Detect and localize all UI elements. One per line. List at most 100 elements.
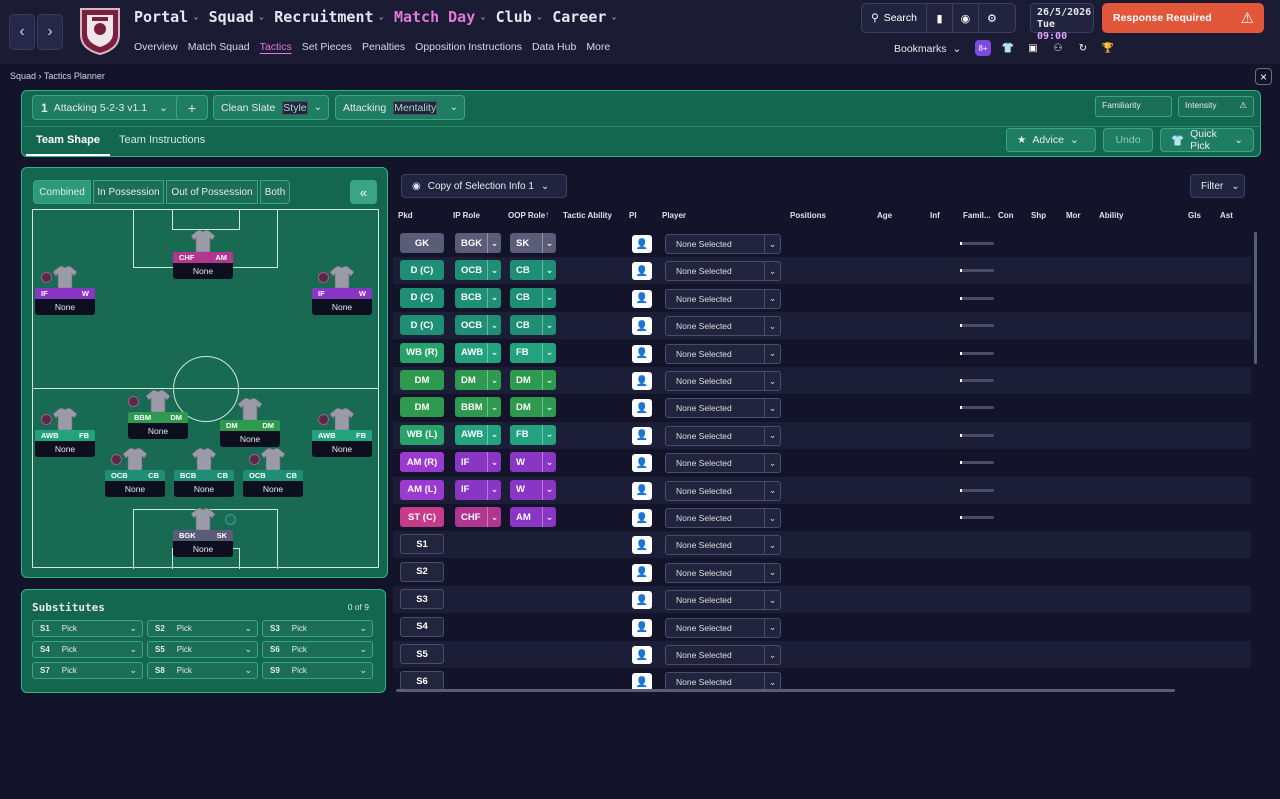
table-row[interactable]: S3 👤 None Selected ⌄: [393, 586, 1251, 614]
position-badge[interactable]: AM (R): [400, 452, 444, 473]
player-instruction-icon[interactable]: [128, 396, 139, 407]
tab-team-shape[interactable]: Team Shape: [36, 134, 100, 146]
collapse-panel-icon[interactable]: «: [350, 180, 377, 204]
subnav-penalties[interactable]: Penalties: [362, 41, 405, 53]
oop-role-dropdown[interactable]: FB ⌄: [510, 342, 556, 363]
player-instructions-icon[interactable]: 👤: [632, 289, 652, 308]
mentality-dropdown[interactable]: Attacking Mentality ⌄: [335, 95, 465, 120]
selection-info-dropdown[interactable]: ◉ Copy of Selection Info 1 ⌄: [401, 174, 567, 198]
familiarity-meter[interactable]: Familiarity: [1095, 96, 1172, 117]
forward-button[interactable]: ›: [37, 14, 63, 50]
player-select-dropdown[interactable]: None Selected ⌄: [665, 371, 781, 391]
ip-role-dropdown[interactable]: BCB ⌄: [455, 287, 501, 308]
intensity-meter[interactable]: Intensity ⚠: [1178, 96, 1254, 117]
nav-portal[interactable]: Portal ⌄: [134, 8, 199, 26]
substitute-slot[interactable]: S9 Pick ⌄: [262, 662, 373, 679]
column-header[interactable]: IP Role: [453, 211, 480, 220]
nav-squad[interactable]: Squad ⌄: [209, 8, 265, 26]
position-badge[interactable]: WB (R): [400, 342, 444, 363]
ip-role-dropdown[interactable]: AWB ⌄: [455, 424, 501, 445]
oop-role-dropdown[interactable]: CB ⌄: [510, 287, 556, 308]
player-instructions-icon[interactable]: 👤: [632, 481, 652, 500]
trophy-icon[interactable]: 🏆: [1100, 40, 1116, 56]
oop-role-dropdown[interactable]: CB ⌄: [510, 260, 556, 281]
player-instruction-icon[interactable]: [41, 272, 52, 283]
style-dropdown[interactable]: Clean Slate Style ⌄: [213, 95, 329, 120]
column-header[interactable]: Con: [998, 211, 1014, 220]
table-row[interactable]: WB (R) AWB ⌄ FB ⌄ 👤 None Selected ⌄: [393, 340, 1251, 367]
position-badge[interactable]: GK: [400, 233, 444, 253]
nav-club[interactable]: Club ⌄: [496, 8, 543, 26]
subnav-data-hub[interactable]: Data Hub: [532, 41, 576, 53]
oop-role-dropdown[interactable]: FB ⌄: [510, 424, 556, 445]
filter-button[interactable]: Filter ⌄: [1190, 174, 1245, 198]
date-continue-box[interactable]: 26/5/2026 Tue 09:00: [1030, 3, 1094, 42]
table-row[interactable]: S5 👤 None Selected ⌄: [393, 641, 1251, 668]
substitute-slot[interactable]: S3 Pick ⌄: [262, 620, 373, 637]
player-instruction-icon[interactable]: [41, 414, 52, 425]
table-row[interactable]: DM DM ⌄ DM ⌄ 👤 None Selected ⌄: [393, 367, 1251, 394]
player-instructions-icon[interactable]: 👤: [632, 563, 652, 582]
player-select-dropdown[interactable]: None Selected ⌄: [665, 645, 781, 665]
subnav-tactics[interactable]: Tactics: [260, 41, 292, 53]
nav-career[interactable]: Career ⌄: [552, 8, 617, 26]
player-select-dropdown[interactable]: None Selected ⌄: [665, 316, 781, 337]
table-row[interactable]: S4 👤 None Selected ⌄: [393, 614, 1251, 641]
column-header[interactable]: OOP Role: [508, 211, 545, 220]
substitute-slot[interactable]: S6 Pick ⌄: [262, 641, 373, 658]
oop-role-dropdown[interactable]: W ⌄: [510, 452, 556, 473]
segment-in-possession[interactable]: In Possession: [93, 180, 164, 204]
pitch-player[interactable]: DM DM None: [220, 398, 280, 447]
player-select-dropdown[interactable]: None Selected ⌄: [665, 508, 781, 528]
player-select-dropdown[interactable]: None Selected ⌄: [665, 343, 781, 364]
column-header[interactable]: Shp: [1031, 211, 1046, 220]
player-select-dropdown[interactable]: None Selected ⌄: [665, 261, 781, 282]
substitute-slot[interactable]: S5 Pick ⌄: [147, 641, 258, 658]
shirt-icon[interactable]: 👕: [1000, 40, 1016, 56]
column-header[interactable]: Mor: [1066, 211, 1081, 220]
player-select-dropdown[interactable]: None Selected ⌄: [665, 535, 781, 556]
ip-role-dropdown[interactable]: CHF ⌄: [455, 507, 501, 527]
position-badge[interactable]: S2: [400, 561, 444, 582]
nav-match-day[interactable]: Match Day ⌄: [394, 8, 486, 26]
player-instructions-icon[interactable]: 👤: [632, 646, 652, 664]
oop-role-dropdown[interactable]: SK ⌄: [510, 233, 556, 253]
bookmarks-dropdown[interactable]: Bookmarks ⌄: [894, 43, 961, 55]
segment-out-of-possession[interactable]: Out of Possession: [166, 180, 258, 204]
player-instruction-icon[interactable]: [111, 454, 122, 465]
column-header[interactable]: Tactic Ability: [563, 211, 612, 220]
ip-role-dropdown[interactable]: IF ⌄: [455, 479, 501, 500]
pitch-player[interactable]: CHF AM None: [173, 230, 233, 279]
player-instruction-icon[interactable]: [225, 514, 236, 525]
inbox-badge-icon[interactable]: 8+: [975, 40, 991, 56]
player-instruction-icon[interactable]: [318, 272, 329, 283]
close-icon[interactable]: ×: [1255, 68, 1272, 85]
card-icon[interactable]: ▣: [1025, 40, 1041, 56]
column-header[interactable]: Player: [662, 211, 686, 220]
player-instructions-icon[interactable]: 👤: [632, 591, 652, 610]
vertical-scrollbar[interactable]: [1254, 232, 1257, 364]
table-row[interactable]: AM (L) IF ⌄ W ⌄ 👤 None Selected ⌄: [393, 476, 1251, 504]
position-badge[interactable]: D (C): [400, 315, 444, 336]
player-select-dropdown[interactable]: None Selected ⌄: [665, 425, 781, 446]
position-badge[interactable]: S5: [400, 644, 444, 664]
substitute-slot[interactable]: S4 Pick ⌄: [32, 641, 143, 658]
column-header[interactable]: Gls: [1188, 211, 1201, 220]
player-instructions-icon[interactable]: 👤: [632, 536, 652, 555]
table-row[interactable]: GK BGK ⌄ SK ⌄ 👤 None Selected ⌄: [393, 230, 1251, 257]
undo-button[interactable]: Undo: [1103, 128, 1153, 152]
player-instructions-icon[interactable]: 👤: [632, 618, 652, 637]
refresh-icon[interactable]: ↻: [1075, 40, 1091, 56]
ip-role-dropdown[interactable]: DM ⌄: [455, 370, 501, 390]
column-header[interactable]: Ast: [1220, 211, 1233, 220]
column-header[interactable]: Positions: [790, 211, 826, 220]
oop-role-dropdown[interactable]: DM ⌄: [510, 370, 556, 390]
pitch-player[interactable]: BGK SK None: [173, 508, 233, 557]
ip-role-dropdown[interactable]: BBM ⌄: [455, 397, 501, 418]
subnav-match-squad[interactable]: Match Squad: [188, 41, 250, 53]
player-instruction-icon[interactable]: [318, 414, 329, 425]
oop-role-dropdown[interactable]: DM ⌄: [510, 397, 556, 418]
substitute-slot[interactable]: S7 Pick ⌄: [32, 662, 143, 679]
player-select-dropdown[interactable]: None Selected ⌄: [665, 617, 781, 638]
position-badge[interactable]: D (C): [400, 287, 444, 308]
